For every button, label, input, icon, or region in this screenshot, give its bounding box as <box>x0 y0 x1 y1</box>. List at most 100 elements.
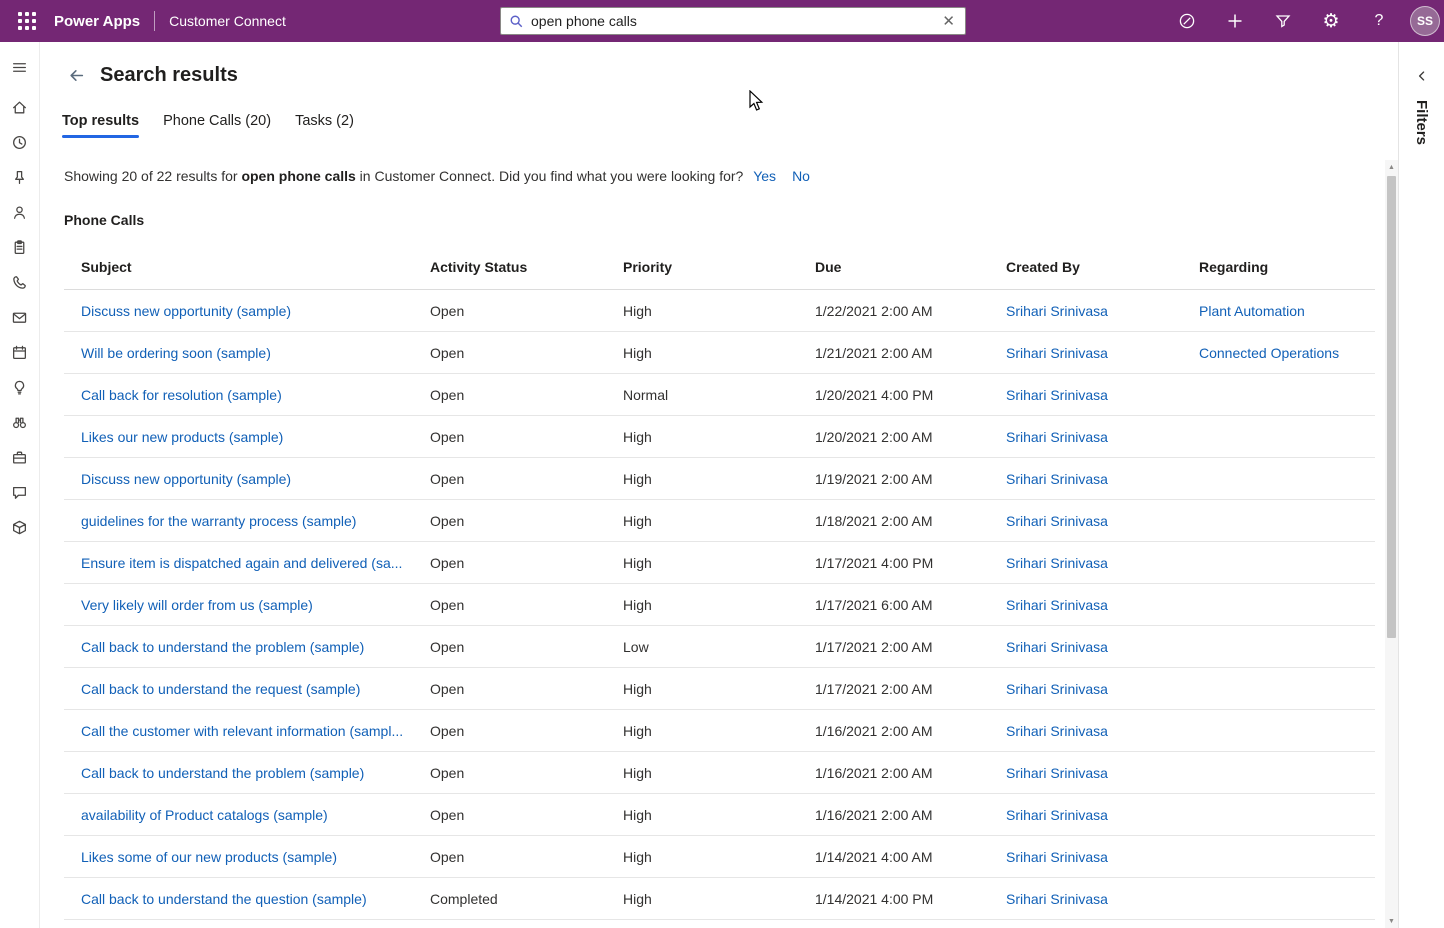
scrollbar-thumb[interactable] <box>1387 176 1396 638</box>
subject-link[interactable]: Likes our new products (sample) <box>81 429 283 445</box>
scroll-down-icon[interactable]: ▼ <box>1385 914 1398 928</box>
cell-created-by: Srihari Srinivasa <box>1006 639 1199 655</box>
created-by-link[interactable]: Srihari Srinivasa <box>1006 849 1108 865</box>
subject-link[interactable]: Likes some of our new products (sample) <box>81 849 337 865</box>
services-icon[interactable] <box>0 440 40 475</box>
created-by-link[interactable]: Srihari Srinivasa <box>1006 303 1108 319</box>
col-header-created-by: Created By <box>1006 259 1199 275</box>
contacts-icon[interactable] <box>0 195 40 230</box>
phone-calls-icon[interactable] <box>0 265 40 300</box>
table-row: Likes our new products (sample) Open Hig… <box>64 416 1375 458</box>
cell-activity-status: Open <box>430 807 623 823</box>
tab-top-results[interactable]: Top results <box>62 113 139 138</box>
app-launcher-icon[interactable] <box>10 4 44 38</box>
created-by-link[interactable]: Srihari Srinivasa <box>1006 387 1108 403</box>
vertical-scrollbar[interactable]: ▲ ▼ <box>1385 160 1398 928</box>
menu-icon[interactable] <box>0 48 40 86</box>
cell-created-by: Srihari Srinivasa <box>1006 891 1199 907</box>
subject-link[interactable]: Very likely will order from us (sample) <box>81 597 313 613</box>
products-icon[interactable] <box>0 510 40 545</box>
cell-priority: High <box>623 681 815 697</box>
regarding-link[interactable]: Connected Operations <box>1199 345 1339 361</box>
cell-due: 1/17/2021 2:00 AM <box>815 639 1006 655</box>
scroll-up-icon[interactable]: ▲ <box>1385 160 1398 174</box>
table-row: Call the customer with relevant informat… <box>64 710 1375 752</box>
feedback-yes-link[interactable]: Yes <box>753 168 776 184</box>
created-by-link[interactable]: Srihari Srinivasa <box>1006 555 1108 571</box>
email-icon[interactable] <box>0 300 40 335</box>
cell-activity-status: Completed <box>430 891 623 907</box>
filters-label[interactable]: Filters <box>1413 100 1430 145</box>
expand-filters-chevron-icon[interactable] <box>1410 64 1434 88</box>
subject-link[interactable]: Ensure item is dispatched again and deli… <box>81 555 402 571</box>
subject-link[interactable]: Call back to understand the question (sa… <box>81 891 367 907</box>
subject-link[interactable]: Discuss new opportunity (sample) <box>81 303 291 319</box>
created-by-link[interactable]: Srihari Srinivasa <box>1006 765 1108 781</box>
results-summary: Showing 20 of 22 results for open phone … <box>40 168 1386 184</box>
created-by-link[interactable]: Srihari Srinivasa <box>1006 723 1108 739</box>
table-row: Call back to understand the problem (sam… <box>64 626 1375 668</box>
compass-icon[interactable] <box>1170 4 1204 38</box>
table-row: Will be ordering soon (sample) Open High… <box>64 332 1375 374</box>
created-by-link[interactable]: Srihari Srinivasa <box>1006 807 1108 823</box>
search-topics-icon[interactable] <box>0 405 40 440</box>
insights-icon[interactable] <box>0 370 40 405</box>
results-tabs: Top results Phone Calls (20) Tasks (2) <box>40 113 1386 138</box>
created-by-link[interactable]: Srihari Srinivasa <box>1006 597 1108 613</box>
regarding-link[interactable]: Plant Automation <box>1199 303 1305 319</box>
main-content: Search results Top results Phone Calls (… <box>40 42 1386 928</box>
table-row: Call back to understand the question (sa… <box>64 878 1375 920</box>
created-by-link[interactable]: Srihari Srinivasa <box>1006 681 1108 697</box>
cell-due: 1/22/2021 2:00 AM <box>815 303 1006 319</box>
cell-subject: Discuss new opportunity (sample) <box>81 471 430 487</box>
cell-priority: High <box>623 765 815 781</box>
calendar-icon[interactable] <box>0 335 40 370</box>
search-icon <box>509 14 524 29</box>
feedback-no-link[interactable]: No <box>792 168 810 184</box>
recent-icon[interactable] <box>0 125 40 160</box>
subject-link[interactable]: Call back to understand the request (sam… <box>81 681 360 697</box>
home-icon[interactable] <box>0 90 40 125</box>
back-arrow-icon[interactable] <box>66 66 86 86</box>
subject-link[interactable]: Discuss new opportunity (sample) <box>81 471 291 487</box>
subject-link[interactable]: Call back to understand the problem (sam… <box>81 639 364 655</box>
cell-due: 1/20/2021 4:00 PM <box>815 387 1006 403</box>
cell-created-by: Srihari Srinivasa <box>1006 429 1199 445</box>
created-by-link[interactable]: Srihari Srinivasa <box>1006 639 1108 655</box>
cell-priority: High <box>623 429 815 445</box>
feedback-icon[interactable] <box>0 475 40 510</box>
clear-search-icon[interactable]: ✕ <box>940 12 957 31</box>
pinned-icon[interactable] <box>0 160 40 195</box>
subject-link[interactable]: guidelines for the warranty process (sam… <box>81 513 356 529</box>
tasks-icon[interactable] <box>0 230 40 265</box>
created-by-link[interactable]: Srihari Srinivasa <box>1006 891 1108 907</box>
subject-link[interactable]: Call back to understand the problem (sam… <box>81 765 364 781</box>
created-by-link[interactable]: Srihari Srinivasa <box>1006 513 1108 529</box>
global-search[interactable]: ✕ <box>500 7 966 35</box>
created-by-link[interactable]: Srihari Srinivasa <box>1006 345 1108 361</box>
cell-created-by: Srihari Srinivasa <box>1006 723 1199 739</box>
help-icon[interactable]: ? <box>1362 4 1396 38</box>
subject-link[interactable]: Will be ordering soon (sample) <box>81 345 271 361</box>
app-name[interactable]: Power Apps <box>54 13 140 30</box>
cell-due: 1/14/2021 4:00 AM <box>815 849 1006 865</box>
subject-link[interactable]: Call back for resolution (sample) <box>81 387 282 403</box>
subject-link[interactable]: availability of Product catalogs (sample… <box>81 807 328 823</box>
created-by-link[interactable]: Srihari Srinivasa <box>1006 429 1108 445</box>
cell-subject: guidelines for the warranty process (sam… <box>81 513 430 529</box>
cell-priority: High <box>623 723 815 739</box>
user-avatar[interactable]: SS <box>1410 6 1440 36</box>
col-header-activity-status: Activity Status <box>430 259 623 275</box>
tab-tasks[interactable]: Tasks (2) <box>295 113 354 138</box>
tab-phone-calls[interactable]: Phone Calls (20) <box>163 113 271 138</box>
created-by-link[interactable]: Srihari Srinivasa <box>1006 471 1108 487</box>
app-title[interactable]: Customer Connect <box>169 13 286 29</box>
cell-subject: Will be ordering soon (sample) <box>81 345 430 361</box>
subject-link[interactable]: Call the customer with relevant informat… <box>81 723 403 739</box>
cell-activity-status: Open <box>430 597 623 613</box>
cell-subject: Call back to understand the request (sam… <box>81 681 430 697</box>
search-input[interactable] <box>531 13 940 29</box>
settings-gear-icon[interactable]: ⚙ <box>1314 4 1348 38</box>
filter-funnel-icon[interactable] <box>1266 4 1300 38</box>
new-record-plus-icon[interactable] <box>1218 4 1252 38</box>
